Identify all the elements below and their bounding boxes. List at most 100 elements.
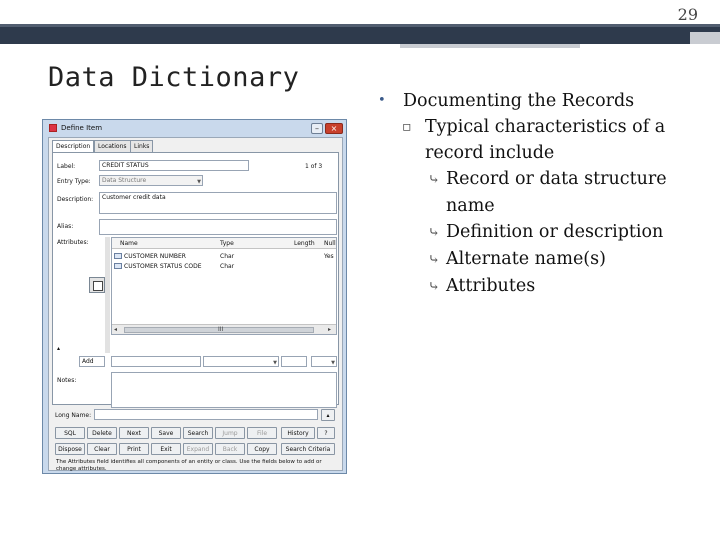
alias-field[interactable] xyxy=(99,219,337,235)
horizontal-scrollbar[interactable]: ◂ III ▸ xyxy=(112,324,336,334)
back-button[interactable]: Back xyxy=(215,443,245,455)
bullet-level3: ⤷ Attributes xyxy=(378,273,708,300)
chevron-down-icon: ▼ xyxy=(331,360,335,366)
bullet-list: Documenting the Records ▫ Typical charact… xyxy=(378,88,708,300)
jump-button[interactable]: Jump xyxy=(215,427,245,439)
attr-null-select[interactable]: ▼ xyxy=(311,356,337,367)
bullet-text: Record or data structure name xyxy=(446,169,667,216)
attr-name-text: CUSTOMER NUMBER xyxy=(124,253,186,260)
attr-type: Char xyxy=(220,253,235,260)
attribute-editor-button[interactable] xyxy=(89,277,105,293)
search-button[interactable]: Search xyxy=(183,427,213,439)
next-button[interactable]: Next xyxy=(119,427,149,439)
minimize-button[interactable]: – xyxy=(311,123,323,134)
description-panel: Label: CREDIT STATUS 1 of 3 Entry Type: … xyxy=(52,152,339,408)
bullet-level3: ⤷ Record or data structure name xyxy=(378,166,708,219)
header-accent-bar xyxy=(400,44,580,48)
square-bullet-icon: ▫ xyxy=(402,119,412,135)
help-hint-text: The Attributes field identifies all comp… xyxy=(56,459,322,472)
bullet-text: Documenting the Records xyxy=(403,91,635,111)
description-caption: Description: xyxy=(57,196,94,203)
table-row-icon xyxy=(114,253,122,259)
attributes-grid[interactable]: Name Type Length Null CUSTOMER NUMBER Ch… xyxy=(111,237,337,335)
exit-button[interactable]: Exit xyxy=(151,443,181,455)
attr-name: CUSTOMER STATUS CODE xyxy=(114,263,202,270)
col-name: Name xyxy=(120,240,138,247)
dialog-title-bar: Define Item – × xyxy=(46,122,345,134)
chevron-down-icon: ▼ xyxy=(197,179,201,185)
bullet-text: Definition or description xyxy=(446,222,664,242)
bullet-level1: Documenting the Records xyxy=(378,88,708,114)
copy-button[interactable]: Copy xyxy=(247,443,277,455)
bullet-level2: ▫ Typical characteristics of a record inc… xyxy=(378,114,708,166)
app-icon xyxy=(49,124,57,132)
chevron-down-icon: ▼ xyxy=(273,360,277,366)
attr-type: Char xyxy=(220,263,235,270)
col-length: Length xyxy=(294,240,315,247)
add-field[interactable]: Add xyxy=(79,356,105,367)
notes-caption: Notes: xyxy=(57,377,77,384)
history-button[interactable]: History xyxy=(281,427,315,439)
clear-button[interactable]: Clear xyxy=(87,443,117,455)
bullet-text: Attributes xyxy=(446,276,536,296)
define-item-dialog: Define Item – × Description Locations Li… xyxy=(42,119,347,474)
expand-button[interactable]: Expand xyxy=(183,443,213,455)
save-button[interactable]: Save xyxy=(151,427,181,439)
label-caption: Label: xyxy=(57,163,76,170)
header-accent-tab xyxy=(690,32,720,44)
delete-button[interactable]: Delete xyxy=(87,427,117,439)
bullet-level3: ⤷ Definition or description xyxy=(378,219,708,246)
curved-arrow-bullet-icon: ⤷ xyxy=(428,172,440,188)
table-row[interactable]: CUSTOMER NUMBER Char Yes xyxy=(112,252,336,261)
grid-header: Name Type Length Null xyxy=(112,238,336,249)
entry-type-caption: Entry Type: xyxy=(57,178,91,185)
attr-type-select[interactable]: ▼ xyxy=(203,356,279,367)
scroll-right-icon[interactable]: ▸ xyxy=(328,326,331,333)
tab-locations[interactable]: Locations xyxy=(94,140,131,152)
curved-arrow-bullet-icon: ⤷ xyxy=(428,252,440,268)
attributes-side-strip xyxy=(105,237,110,353)
slide-header-bar xyxy=(0,24,720,44)
dialog-body: Description Locations Links Label: CREDI… xyxy=(48,137,343,472)
scroll-up-icon[interactable]: ▴ xyxy=(57,345,60,352)
bullet-level3: ⤷ Alternate name(s) xyxy=(378,246,708,273)
page-number: 29 xyxy=(677,5,698,24)
notes-field[interactable] xyxy=(111,372,337,408)
help-button[interactable]: ? xyxy=(317,427,335,439)
bullet-text: Alternate name(s) xyxy=(446,249,606,269)
record-counter: 1 of 3 xyxy=(305,163,323,170)
attr-name-text: CUSTOMER STATUS CODE xyxy=(124,263,202,270)
print-button[interactable]: Print xyxy=(119,443,149,455)
description-field[interactable]: Customer credit data xyxy=(99,192,337,214)
long-name-caption: Long Name: xyxy=(55,412,92,419)
sql-button[interactable]: SQL xyxy=(55,427,85,439)
scroll-grip: III xyxy=(218,326,224,333)
entry-type-value: Data Structure xyxy=(102,177,147,184)
entry-type-select[interactable]: Data Structure ▼ xyxy=(99,175,203,186)
col-null: Null xyxy=(324,240,336,247)
slide-title: Data Dictionary xyxy=(48,62,300,93)
search-criteria-button[interactable]: Search Criteria xyxy=(281,443,335,455)
attr-null: Yes xyxy=(324,253,334,260)
col-type: Type xyxy=(220,240,234,247)
curved-arrow-bullet-icon: ⤷ xyxy=(428,279,440,295)
attr-name: CUSTOMER NUMBER xyxy=(114,253,186,260)
slide-header-highlight xyxy=(0,24,720,27)
close-button[interactable]: × xyxy=(325,123,343,134)
attr-name-entry[interactable] xyxy=(111,356,201,367)
bullet-text: Typical characteristics of a record incl… xyxy=(425,117,666,163)
tab-description[interactable]: Description xyxy=(52,140,95,152)
label-field[interactable]: CREDIT STATUS xyxy=(99,160,249,171)
tab-links[interactable]: Links xyxy=(130,140,154,152)
attributes-caption: Attributes: xyxy=(57,239,89,246)
dispose-button[interactable]: Dispose xyxy=(55,443,85,455)
dialog-title: Define Item xyxy=(61,124,103,132)
long-name-field[interactable] xyxy=(94,409,318,420)
long-name-scroll-button[interactable]: ▴ xyxy=(321,409,335,421)
table-row[interactable]: CUSTOMER STATUS CODE Char xyxy=(112,262,336,271)
curved-arrow-bullet-icon: ⤷ xyxy=(428,225,440,241)
scroll-left-icon[interactable]: ◂ xyxy=(114,326,117,333)
alias-caption: Alias: xyxy=(57,223,74,230)
file-button[interactable]: File xyxy=(247,427,277,439)
attr-length-entry[interactable] xyxy=(281,356,307,367)
